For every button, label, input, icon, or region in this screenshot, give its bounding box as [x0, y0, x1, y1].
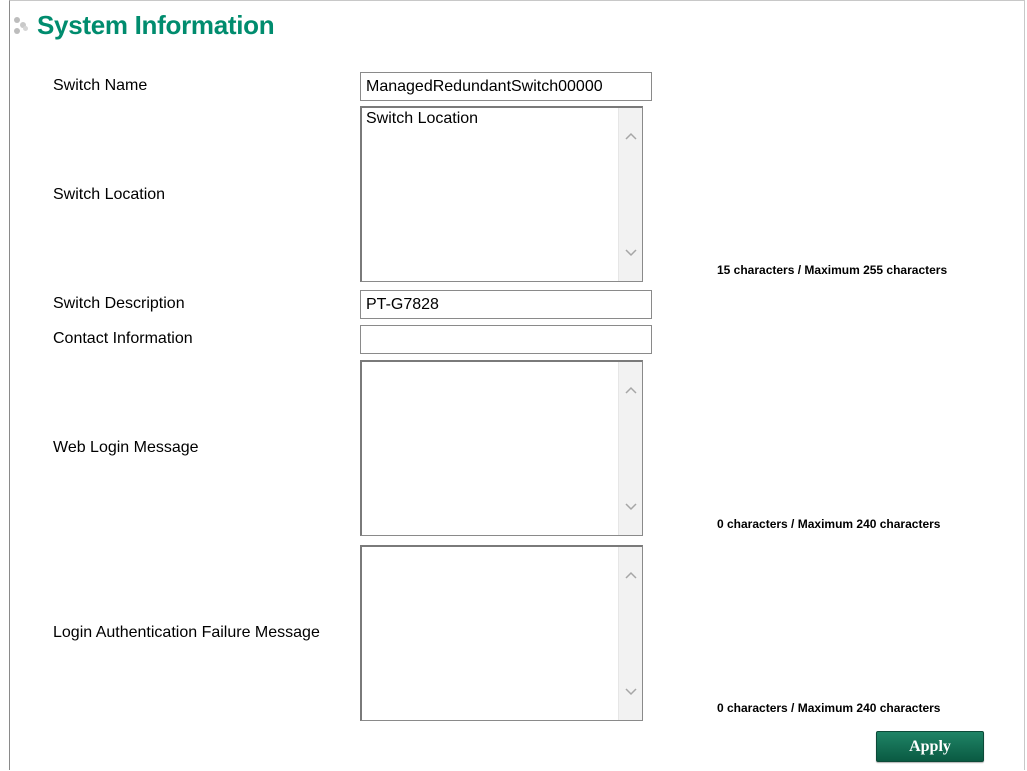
- chevron-down-icon[interactable]: [624, 500, 638, 514]
- contact-information-label: Contact Information: [53, 330, 193, 347]
- login-failure-message-textarea[interactable]: [362, 547, 618, 719]
- login-failure-message-textarea-box: [360, 545, 643, 721]
- web-login-message-label: Web Login Message: [53, 439, 199, 456]
- web-login-message-textarea[interactable]: [362, 362, 618, 534]
- chevron-up-icon[interactable]: [624, 383, 638, 397]
- apply-button[interactable]: Apply: [876, 731, 984, 762]
- switch-description-input[interactable]: [360, 290, 652, 319]
- switch-location-textarea[interactable]: Switch Location: [362, 108, 618, 280]
- chevron-up-icon[interactable]: [624, 568, 638, 582]
- web-login-message-counter: 0 characters / Maximum 240 characters: [717, 517, 941, 531]
- login-failure-message-label: Login Authentication Failure Message: [53, 624, 320, 641]
- switch-location-label: Switch Location: [53, 186, 166, 203]
- chevron-up-icon[interactable]: [624, 129, 638, 143]
- login-failure-message-counter: 0 characters / Maximum 240 characters: [717, 701, 941, 715]
- page-title: System Information: [37, 10, 275, 40]
- chevron-down-icon[interactable]: [624, 246, 638, 260]
- switch-location-textarea-box: Switch Location: [360, 106, 643, 282]
- scrollbar[interactable]: [618, 362, 642, 535]
- switch-location-counter: 15 characters / Maximum 255 characters: [717, 263, 948, 277]
- dots-icon: [14, 17, 34, 41]
- switch-name-label: Switch Name: [53, 77, 148, 94]
- switch-description-label: Switch Description: [53, 295, 185, 312]
- web-login-message-textarea-box: [360, 360, 643, 536]
- chevron-down-icon[interactable]: [624, 685, 638, 699]
- contact-information-input[interactable]: [360, 325, 652, 354]
- scrollbar[interactable]: [618, 547, 642, 720]
- switch-name-input[interactable]: [360, 72, 652, 101]
- scrollbar[interactable]: [618, 108, 642, 281]
